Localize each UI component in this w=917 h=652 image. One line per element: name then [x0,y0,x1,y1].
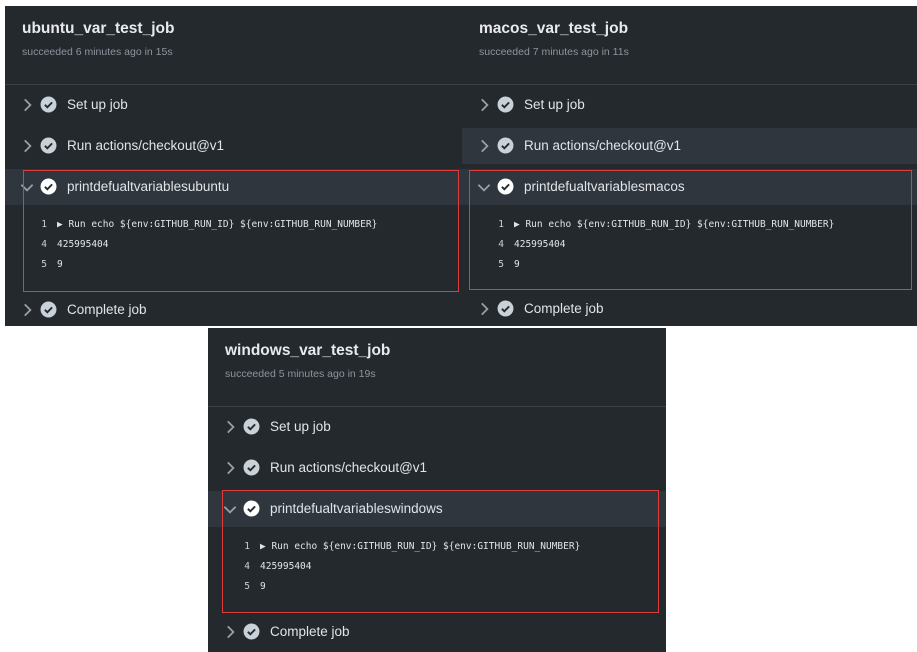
check-circle-icon [497,137,514,154]
check-circle-icon [497,96,514,113]
step-complete-job[interactable]: Complete job [208,614,666,650]
chevron-right-icon[interactable] [18,96,36,114]
job-title: ubuntu_var_test_job [22,20,175,37]
job-status: succeeded 5 minutes ago in 19s [225,368,376,380]
step-run-checkout[interactable]: Run actions/checkout@v1 [208,450,666,486]
highlight-box [469,170,912,290]
job-header: macos_var_test_job succeeded 7 minutes a… [462,6,917,85]
step-label: Complete job [67,302,147,317]
step-label: Set up job [524,97,585,112]
step-label: Set up job [67,97,128,112]
ubuntu-job-panel: ubuntu_var_test_job succeeded 6 minutes … [5,6,462,326]
chevron-right-icon[interactable] [475,96,493,114]
chevron-right-icon[interactable] [18,137,36,155]
job-status: succeeded 6 minutes ago in 15s [22,46,173,58]
step-label: Run actions/checkout@v1 [270,460,428,475]
chevron-right-icon[interactable] [221,623,239,641]
check-circle-icon [243,623,260,640]
step-label: Run actions/checkout@v1 [524,138,682,153]
step-label: Complete job [524,301,604,316]
macos-job-panel: macos_var_test_job succeeded 7 minutes a… [462,6,917,326]
step-run-checkout[interactable]: Run actions/checkout@v1 [5,128,462,164]
job-header: windows_var_test_job succeeded 5 minutes… [208,328,666,407]
step-set-up-job[interactable]: Set up job [208,409,666,445]
step-label: Run actions/checkout@v1 [67,138,225,153]
job-title: windows_var_test_job [225,342,391,359]
check-circle-icon [40,301,57,318]
job-title: macos_var_test_job [479,20,629,37]
highlight-box [23,170,459,292]
check-circle-icon [40,96,57,113]
step-set-up-job[interactable]: Set up job [5,87,462,123]
step-complete-job[interactable]: Complete job [462,291,917,327]
check-circle-icon [243,459,260,476]
step-set-up-job[interactable]: Set up job [462,87,917,123]
chevron-right-icon[interactable] [475,137,493,155]
job-header: ubuntu_var_test_job succeeded 6 minutes … [5,6,462,85]
check-circle-icon [40,137,57,154]
chevron-right-icon[interactable] [221,418,239,436]
check-circle-icon [497,300,514,317]
windows-job-panel: windows_var_test_job succeeded 5 minutes… [208,328,666,652]
chevron-right-icon[interactable] [221,459,239,477]
chevron-right-icon[interactable] [18,301,36,319]
step-label: Set up job [270,419,331,434]
chevron-right-icon[interactable] [475,300,493,318]
step-complete-job[interactable]: Complete job [5,292,462,328]
job-status: succeeded 7 minutes ago in 11s [479,46,629,58]
step-label: Complete job [270,624,350,639]
step-run-checkout[interactable]: Run actions/checkout@v1 [462,128,917,164]
check-circle-icon [243,418,260,435]
highlight-box [222,490,659,613]
